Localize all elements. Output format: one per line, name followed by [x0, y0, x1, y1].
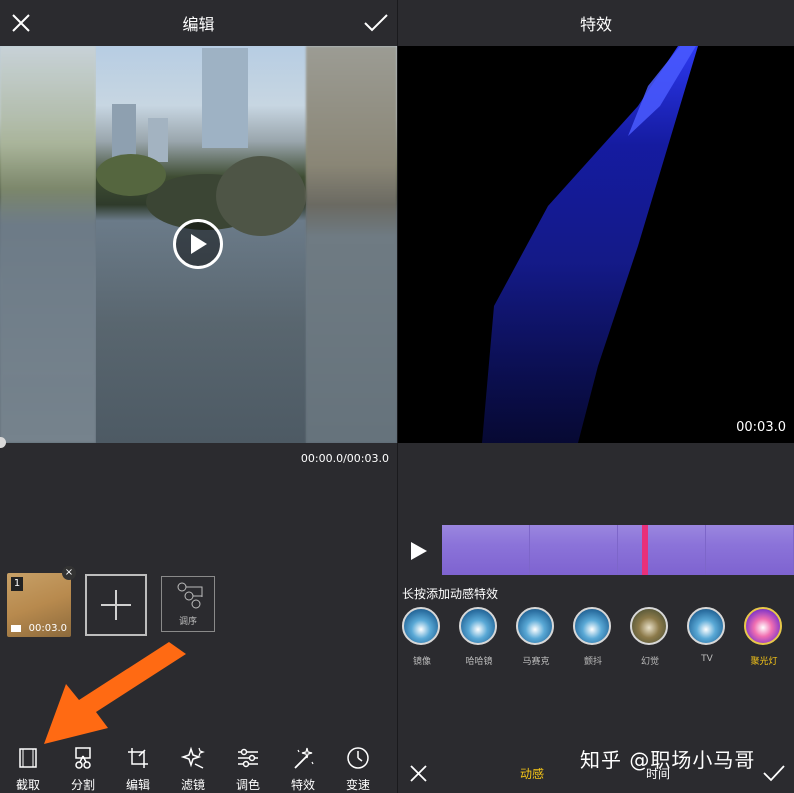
effect-thumbnail	[516, 607, 554, 645]
page-title: 编辑	[182, 15, 215, 34]
effect-shake[interactable]: 颤抖	[573, 607, 613, 667]
tool-label: 特效	[290, 778, 315, 792]
scrubber-handle[interactable]	[0, 437, 6, 448]
timeline-frame	[706, 525, 794, 575]
effect-illusion[interactable]: 幻觉	[630, 607, 670, 667]
timeline-frame	[442, 525, 530, 575]
play-icon	[191, 234, 207, 254]
play-button[interactable]	[173, 219, 223, 269]
remove-clip-icon[interactable]: ×	[62, 566, 76, 580]
confirm-check-icon[interactable]	[762, 763, 786, 783]
effect-thumbnail	[402, 607, 440, 645]
effects-hint: 长按添加动感特效	[402, 587, 499, 601]
speed-gauge-icon	[347, 747, 369, 769]
page-title: 特效	[579, 15, 612, 34]
effect-mosaic[interactable]: 马赛克	[516, 607, 556, 667]
effect-thumbnail	[573, 607, 611, 645]
time-display: 00:00.0/00:03.0	[300, 452, 389, 465]
effect-funhouse[interactable]: 哈哈镜	[459, 607, 499, 667]
timeline-frame	[618, 525, 706, 575]
effect-label: 哈哈镜	[465, 657, 493, 667]
video-frame-strip	[306, 46, 397, 443]
plus-icon	[101, 590, 131, 620]
effect-preview[interactable]	[398, 46, 794, 443]
effects-topbar: 特效	[398, 0, 794, 46]
edit-topbar: 编辑	[0, 0, 397, 46]
clip-index: 1	[11, 577, 23, 591]
effect-thumbnail	[687, 607, 725, 645]
effect-spotlight[interactable]: 聚光灯	[744, 607, 784, 667]
tool-label: 变速	[345, 778, 370, 792]
tab-dynamic[interactable]: 动感	[520, 765, 544, 782]
magic-wand-icon	[294, 747, 314, 769]
close-icon[interactable]	[408, 763, 428, 783]
edit-panel: 编辑 00:00.0/00:03.0 1 00:03.0 × 调序 截取 分割 …	[0, 0, 397, 793]
reorder-button[interactable]: 调序	[161, 576, 215, 632]
time-display: 00:03.0	[736, 420, 786, 435]
tool-color[interactable]: 调色	[224, 742, 272, 793]
clip-thumbnail[interactable]: 1 00:03.0	[7, 573, 71, 637]
tool-effects[interactable]: 特效	[279, 742, 327, 793]
video-preview[interactable]	[0, 46, 397, 443]
tool-speed[interactable]: 变速	[334, 742, 382, 793]
sliders-icon	[238, 748, 258, 768]
clip-duration: 00:03.0	[28, 623, 67, 634]
effect-tv[interactable]: TV	[687, 607, 727, 664]
effect-label: 马赛克	[522, 657, 550, 667]
play-icon	[411, 542, 427, 560]
tool-label: 编辑	[125, 778, 150, 792]
timeline-frame	[530, 525, 618, 575]
effect-label: 幻觉	[640, 657, 659, 667]
confirm-check-icon[interactable]	[363, 12, 389, 34]
effect-thumbnail	[630, 607, 668, 645]
effect-label: 镜像	[412, 657, 431, 667]
effect-timeline[interactable]	[442, 525, 794, 575]
spotlight-beam	[482, 46, 698, 443]
reorder-icon	[177, 582, 203, 609]
effect-mirror[interactable]: 镜像	[402, 607, 442, 667]
effect-thumbnail	[459, 607, 497, 645]
add-clip-button[interactable]	[85, 574, 147, 636]
orange-arrow-annotation	[44, 642, 186, 744]
video-frame-strip	[0, 46, 96, 443]
reorder-label: 调序	[178, 617, 197, 627]
video-camera-icon	[11, 625, 21, 632]
watermark: 知乎 @职场小马哥	[580, 748, 756, 772]
tool-label: 调色	[235, 778, 260, 792]
effect-label: TV	[701, 654, 713, 664]
effect-label: 颤抖	[583, 657, 602, 667]
effect-thumbnail	[744, 607, 782, 645]
tool-label: 滤镜	[180, 778, 205, 792]
timeline-play-button[interactable]	[410, 541, 428, 565]
tool-label: 分割	[70, 778, 95, 792]
effect-label: 聚光灯	[750, 657, 778, 667]
tool-label: 截取	[15, 778, 40, 792]
timeline-playhead[interactable]	[642, 525, 648, 575]
effects-panel: 特效 00:03.0 长按添加动感特效 镜像 哈哈镜 马赛克 颤抖 幻觉 TV …	[398, 0, 794, 793]
